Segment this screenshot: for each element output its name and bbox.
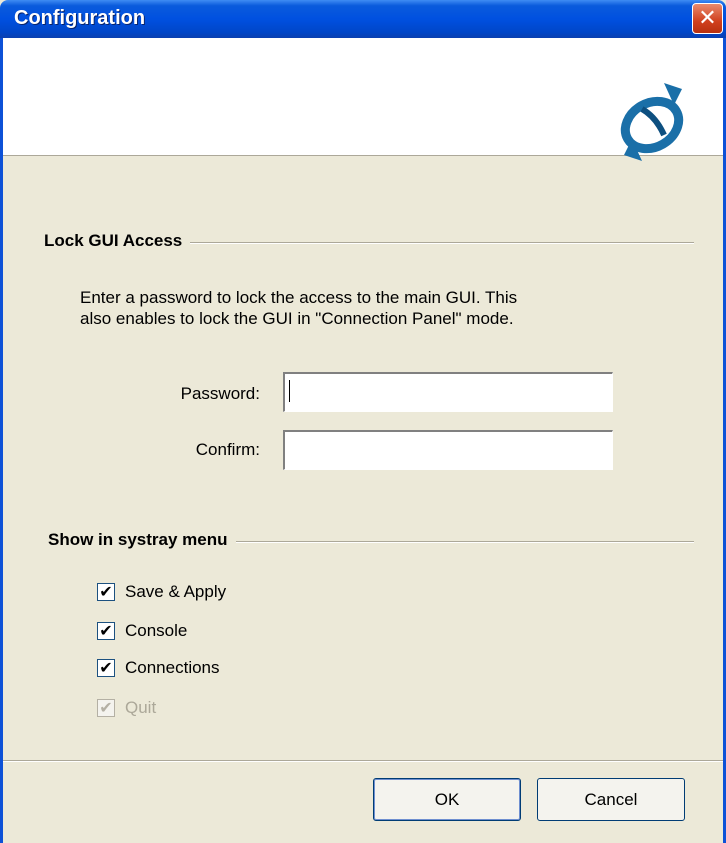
lock-description-line-2: also enables to lock the GUI in "Connect… (80, 309, 514, 328)
cancel-button[interactable]: Cancel (537, 778, 685, 821)
configuration-dialog: Configuration ✕ Lock GUI Access Enter a … (0, 0, 726, 843)
checkbox-label: Console (125, 621, 188, 640)
ok-button[interactable]: OK (373, 778, 521, 821)
lock-description: Enter a password to lock the access to t… (80, 287, 680, 329)
checkmark-icon[interactable]: ✔ (97, 583, 115, 601)
app-logo-icon (620, 83, 684, 161)
footer-divider (3, 760, 723, 762)
text-caret (289, 380, 290, 402)
checkmark-icon: ✔ (97, 699, 115, 717)
window-title: Configuration (14, 7, 146, 29)
confirm-field[interactable] (283, 430, 613, 470)
title-bar[interactable]: Configuration ✕ (0, 0, 726, 38)
window-border-left (0, 38, 3, 843)
checkmark-icon[interactable]: ✔ (97, 659, 115, 677)
systray-section-heading: Show in systray menu (48, 530, 236, 550)
password-field[interactable] (283, 372, 613, 412)
password-label: Password: (180, 384, 260, 403)
checkbox-label: Quit (125, 698, 157, 717)
checkbox-label: Connections (125, 658, 220, 677)
lock-description-line-1: Enter a password to lock the access to t… (80, 288, 518, 307)
checkmark-icon[interactable]: ✔ (97, 622, 115, 640)
close-button[interactable]: ✕ (692, 3, 723, 34)
confirm-label: Confirm: (195, 440, 260, 459)
lock-section-heading: Lock GUI Access (44, 231, 191, 251)
checkbox-label: Save & Apply (125, 582, 227, 601)
close-icon: ✕ (698, 6, 717, 31)
